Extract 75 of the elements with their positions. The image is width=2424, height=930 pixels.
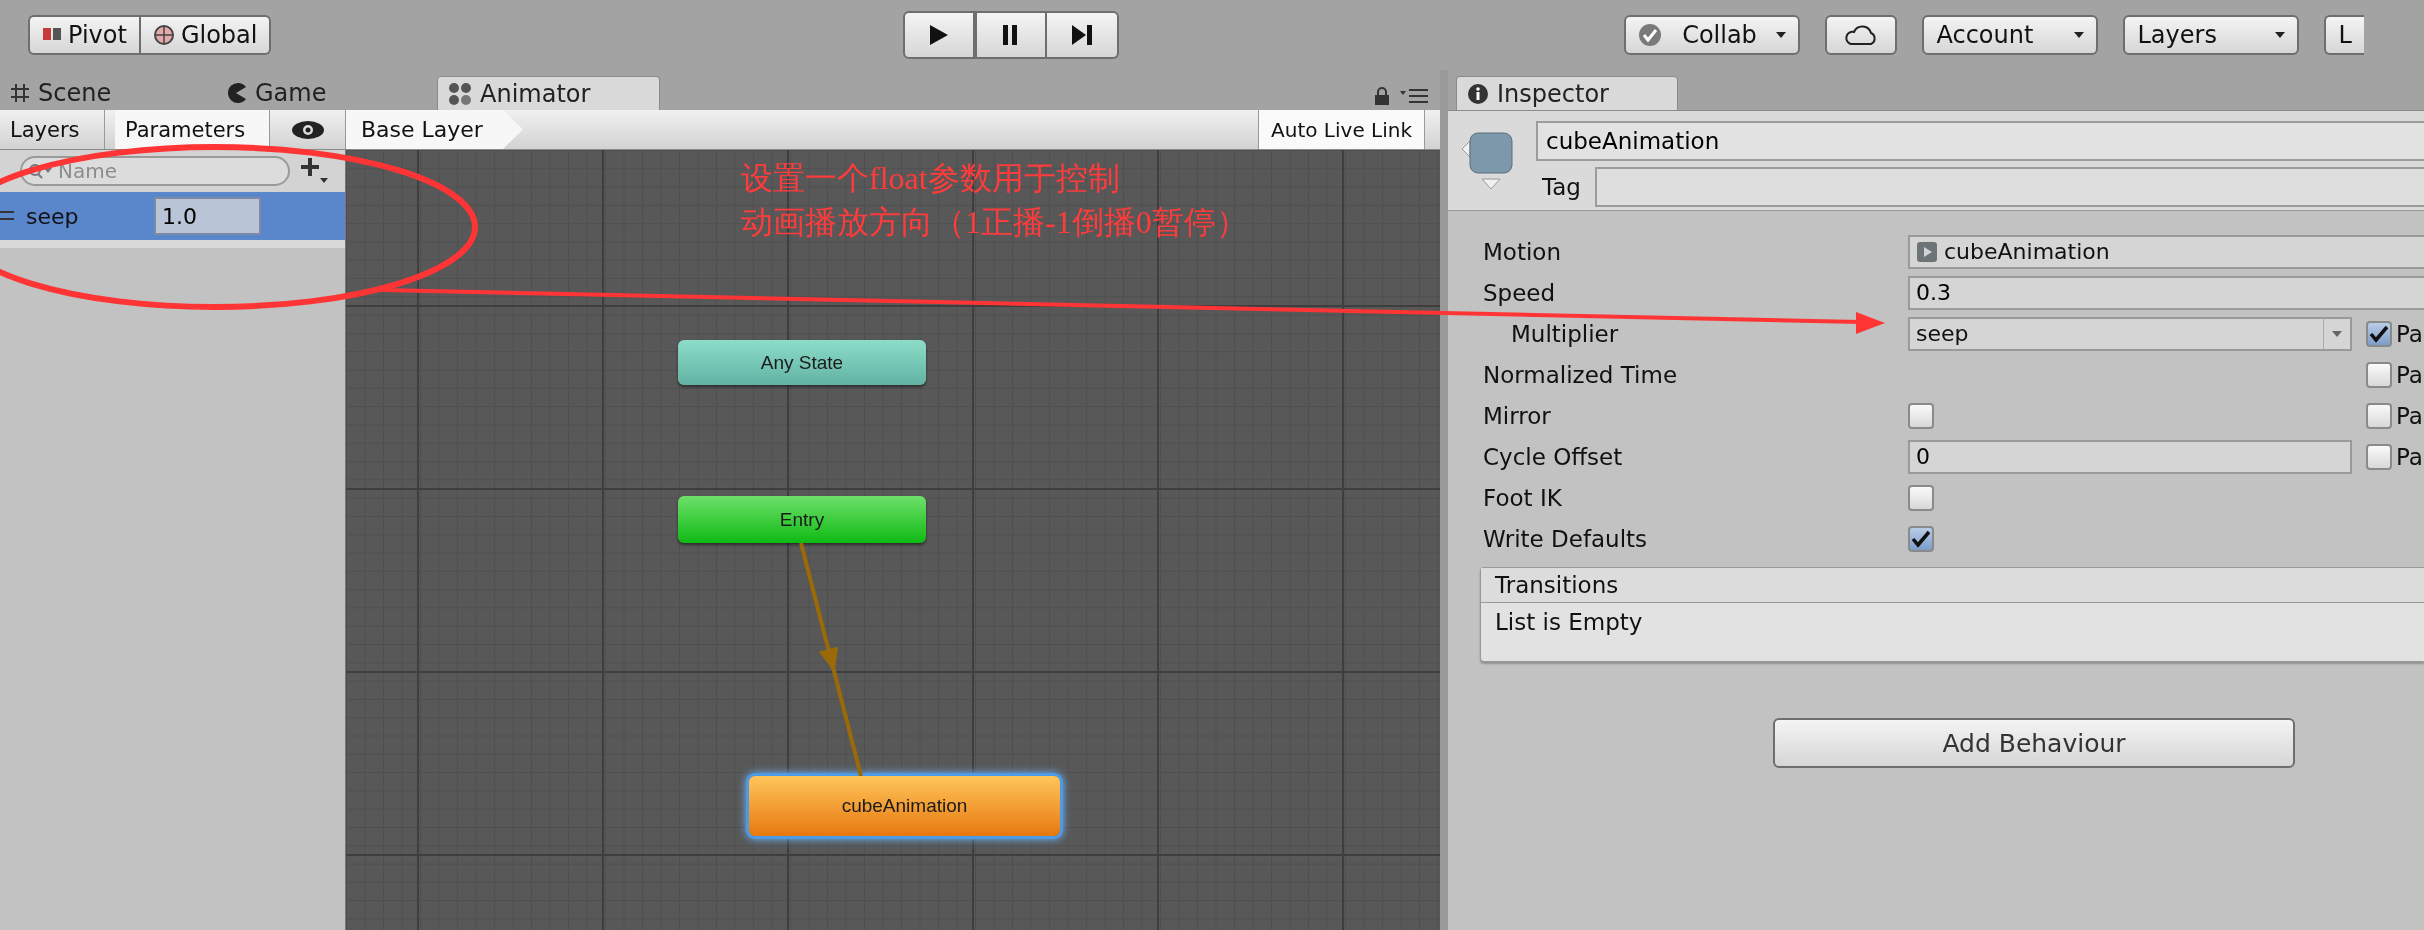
list-header: Transitions xyxy=(1481,568,2424,603)
checkbox-label: Pa xyxy=(2396,320,2423,347)
object-field[interactable]: cubeAnimation xyxy=(1908,234,2424,269)
dropdown-button[interactable]: L xyxy=(2324,15,2365,55)
breadcrumb[interactable]: Base Layer xyxy=(346,110,523,149)
field-label: Mirror xyxy=(1483,402,1551,429)
annotation-text: 动画播放方向（1正播-1倒播0暂停） xyxy=(741,203,1248,242)
state-node[interactable]: cubeAnimation xyxy=(749,776,1060,836)
panel-tab[interactable]: Layers xyxy=(0,110,105,149)
global-button[interactable]: Global xyxy=(140,15,272,55)
checkbox-label: Pa xyxy=(2396,361,2423,388)
globe-icon xyxy=(152,24,175,46)
auto-live-link-button[interactable]: Auto Live Link xyxy=(1258,110,1425,149)
info-icon xyxy=(1467,82,1489,105)
search-field[interactable]: Name xyxy=(20,156,290,186)
check-circle-icon xyxy=(1638,23,1663,47)
checkbox[interactable] xyxy=(2366,320,2392,347)
checkbox[interactable] xyxy=(1908,525,1934,552)
dropdown-field[interactable]: seep xyxy=(1908,316,2352,351)
text-field[interactable]: 0 xyxy=(1908,439,2352,474)
checkbox[interactable] xyxy=(1908,484,1934,511)
caret-icon xyxy=(2332,330,2342,337)
checkmark-icon xyxy=(1911,529,1931,548)
panel-tab[interactable]: Parameters xyxy=(115,110,270,149)
parameter-value-field[interactable]: 1.0 xyxy=(154,197,261,235)
parameter-row[interactable]: seep 1.0 xyxy=(0,192,345,248)
menu-icon xyxy=(1400,88,1428,104)
play-button[interactable] xyxy=(903,11,976,59)
tab[interactable]: Game xyxy=(225,76,437,110)
checkbox[interactable] xyxy=(2366,402,2392,429)
checkmark-icon xyxy=(2369,324,2389,343)
step-icon xyxy=(1070,23,1095,47)
dropdown-button[interactable]: Account xyxy=(1922,15,2099,55)
field-label: Motion xyxy=(1483,238,1561,265)
eye-icon xyxy=(290,118,325,141)
tab[interactable]: Animator xyxy=(437,76,660,110)
text-field[interactable]: 0.3 xyxy=(1908,275,2424,310)
tag-field[interactable] xyxy=(1594,167,2424,207)
empty-list-text: List is Empty xyxy=(1494,608,1644,637)
pivot-button[interactable]: Pivot xyxy=(28,15,141,55)
caret-icon xyxy=(2074,32,2085,38)
checkbox[interactable] xyxy=(1908,402,1934,429)
pacman-icon xyxy=(225,82,247,104)
field-label: Speed xyxy=(1483,279,1556,306)
checkbox-label: Pa xyxy=(2396,402,2423,429)
state-node[interactable]: Any State xyxy=(678,340,926,385)
inspector-tab[interactable]: Inspector xyxy=(1456,76,1678,110)
nodes-icon xyxy=(448,81,472,106)
checkbox[interactable] xyxy=(2366,443,2392,470)
checkbox-label: Pa xyxy=(2396,443,2423,470)
tab[interactable]: Scene xyxy=(0,76,225,110)
object-name-field[interactable]: cubeAnimation xyxy=(1536,121,2424,161)
add-behaviour-button[interactable]: Add Behaviour xyxy=(1773,718,2295,768)
search-icon xyxy=(28,162,54,180)
lock-icon xyxy=(1374,86,1390,106)
field-label: Write Defaults xyxy=(1483,525,1648,552)
caret-icon xyxy=(2275,32,2286,38)
drag-handle-icon xyxy=(0,210,14,222)
field-label: Multiplier xyxy=(1511,320,1619,347)
step-button[interactable] xyxy=(1047,11,1120,59)
cloud-button[interactable] xyxy=(1825,15,1898,55)
annotation-text: 设置一个float参数用于控制 xyxy=(741,159,1121,198)
grid-icon xyxy=(10,83,30,103)
field-label: Normalized Time xyxy=(1483,361,1678,388)
clip-icon xyxy=(1916,240,1938,263)
field-label: Foot IK xyxy=(1483,484,1562,511)
checkbox[interactable] xyxy=(2366,361,2392,388)
field-label: Cycle Offset xyxy=(1483,443,1623,470)
parameter-name: seep xyxy=(26,203,80,229)
dropdown-button[interactable]: Layers xyxy=(2123,15,2300,55)
state-node[interactable]: Entry xyxy=(678,496,926,543)
pause-button[interactable] xyxy=(975,11,1048,59)
caret-icon xyxy=(1776,32,1787,38)
tag-label: Tag xyxy=(1542,174,1581,200)
collab-button[interactable]: Collab xyxy=(1624,15,1801,55)
